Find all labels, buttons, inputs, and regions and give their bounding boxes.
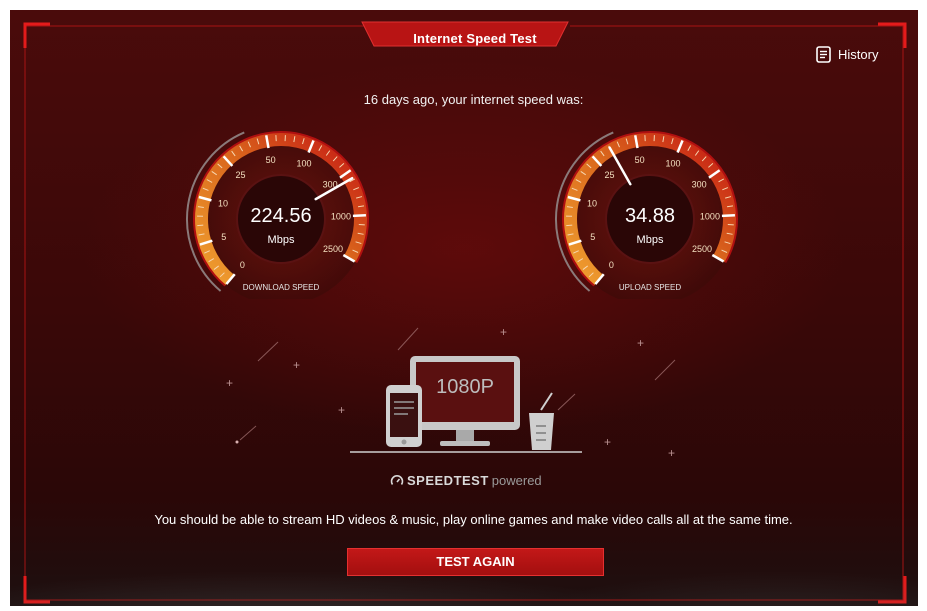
download-scale-label: 100 <box>296 159 311 169</box>
speedometer-icon <box>390 474 404 485</box>
svg-text:+: + <box>293 358 300 372</box>
document-list-icon <box>816 46 831 63</box>
download-gauge-dial: 05102550 10030010002500 <box>186 131 369 299</box>
upload-speed-gauge: 0 5 10 25 50 100 300 1000 2500 34.88 Mbps UPLOAD… <box>550 109 750 299</box>
test-again-button[interactable]: TEST AGAIN <box>347 548 604 576</box>
upload-scale-label: 100 <box>665 159 680 169</box>
download-speed-label: DOWNLOAD SPEED <box>242 283 320 292</box>
upload-scale-label: 50 <box>635 155 645 165</box>
upload-gauge-dial: 05102550 10030010002500 <box>555 131 738 299</box>
monitor-illustration <box>410 356 520 446</box>
svg-text:+: + <box>226 376 233 390</box>
upload-major-tick <box>721 214 735 218</box>
upload-scale-label: 25 <box>604 170 614 180</box>
history-button[interactable]: History <box>816 46 878 63</box>
svg-text:+: + <box>668 446 675 460</box>
svg-text:+: + <box>338 403 345 417</box>
upload-speed-value: 34.88 <box>624 205 676 227</box>
cup-illustration <box>529 392 554 450</box>
monitor-screen-text: 1080P <box>436 376 494 398</box>
svg-text:+: + <box>604 435 611 449</box>
svg-text:+: + <box>637 336 644 350</box>
download-speed-value: 224.56 <box>250 205 312 227</box>
download-speed-gauge: 0 5 10 25 50 100 300 1000 2500 224.56 Mbps DOWNL… <box>181 109 381 299</box>
download-scale-label: 25 <box>235 170 245 180</box>
speedtest-powered-logo: SPEEDTEST powered <box>390 473 542 488</box>
speedtest-powered-suffix: powered <box>491 473 542 488</box>
download-scale-label: 0 <box>240 260 245 270</box>
result-message: You should be able to stream HD videos &… <box>154 512 793 527</box>
speedtest-brand: SPEEDTEST <box>407 473 489 488</box>
upload-speed-label: UPLOAD SPEED <box>618 283 682 292</box>
download-major-tick <box>352 214 366 218</box>
svg-text:+: + <box>500 325 507 339</box>
download-speed-unit: Mbps <box>267 234 295 246</box>
history-label: History <box>838 47 879 62</box>
upload-speed-unit: Mbps <box>636 234 664 246</box>
result-summary: 16 days ago, your internet speed was: <box>363 92 584 107</box>
upload-scale-label: 300 <box>692 180 707 190</box>
upload-scale-label: 0 <box>609 260 614 270</box>
speed-test-panel: + + + + + + + Internet Speed Test Histor… <box>10 10 918 606</box>
download-scale-label: 50 <box>266 155 276 165</box>
page-title: Internet Speed Test <box>413 31 537 46</box>
